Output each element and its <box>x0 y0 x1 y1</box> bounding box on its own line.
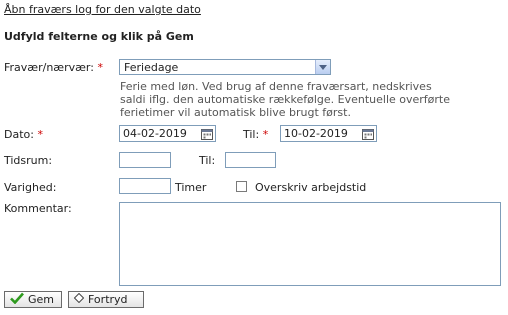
checkmark-icon <box>10 292 24 307</box>
absence-log-link[interactable]: Åbn fraværs log for den valgte dato <box>4 3 201 16</box>
chevron-down-icon[interactable] <box>315 60 330 74</box>
save-button[interactable]: Gem <box>4 291 62 308</box>
time-to-label: Til: <box>199 154 216 167</box>
required-mark: * <box>262 128 269 141</box>
duration-input[interactable] <box>119 178 171 194</box>
undo-button[interactable]: Fortryd <box>68 291 144 308</box>
absence-type-label: Fravær/nærvær: * <box>4 61 103 74</box>
calendar-icon[interactable] <box>360 126 376 141</box>
undo-button-label: Fortryd <box>88 293 128 306</box>
override-worktime-checkbox[interactable] <box>236 181 247 192</box>
time-range-label: Tidsrum: <box>4 154 53 167</box>
required-mark: * <box>97 61 103 74</box>
duration-label: Varighed: <box>4 181 57 194</box>
comment-textarea[interactable] <box>119 202 501 286</box>
date-to-value: 10-02-2019 <box>284 127 348 140</box>
required-mark: * <box>37 128 43 141</box>
duration-unit: Timer <box>175 181 207 194</box>
date-from-value: 04-02-2019 <box>123 127 187 140</box>
absence-type-label-text: Fravær/nærvær: <box>4 61 94 74</box>
date-label: Dato: * <box>4 128 43 141</box>
date-from-field[interactable]: 04-02-2019 <box>119 125 216 142</box>
diamond-icon <box>73 292 85 306</box>
date-to-field[interactable]: 10-02-2019 <box>280 125 377 142</box>
date-label-text: Dato: <box>4 128 34 141</box>
time-to-input[interactable] <box>225 152 276 168</box>
calendar-icon[interactable] <box>199 126 215 141</box>
time-from-input[interactable] <box>119 152 171 168</box>
date-to-label-text: Til: <box>243 128 260 141</box>
save-button-label: Gem <box>28 293 55 306</box>
comment-label: Kommentar: <box>4 202 72 215</box>
absence-type-select[interactable]: Feriedage <box>119 59 331 75</box>
form-instruction: Udfyld felterne og klik på Gem <box>4 30 194 43</box>
date-to-label: Til: * <box>243 128 268 141</box>
override-worktime-label: Overskriv arbejdstid <box>255 181 367 194</box>
absence-type-description: Ferie med løn. Ved brug af denne fraværs… <box>120 80 450 119</box>
absence-type-value: Feriedage <box>124 60 179 74</box>
